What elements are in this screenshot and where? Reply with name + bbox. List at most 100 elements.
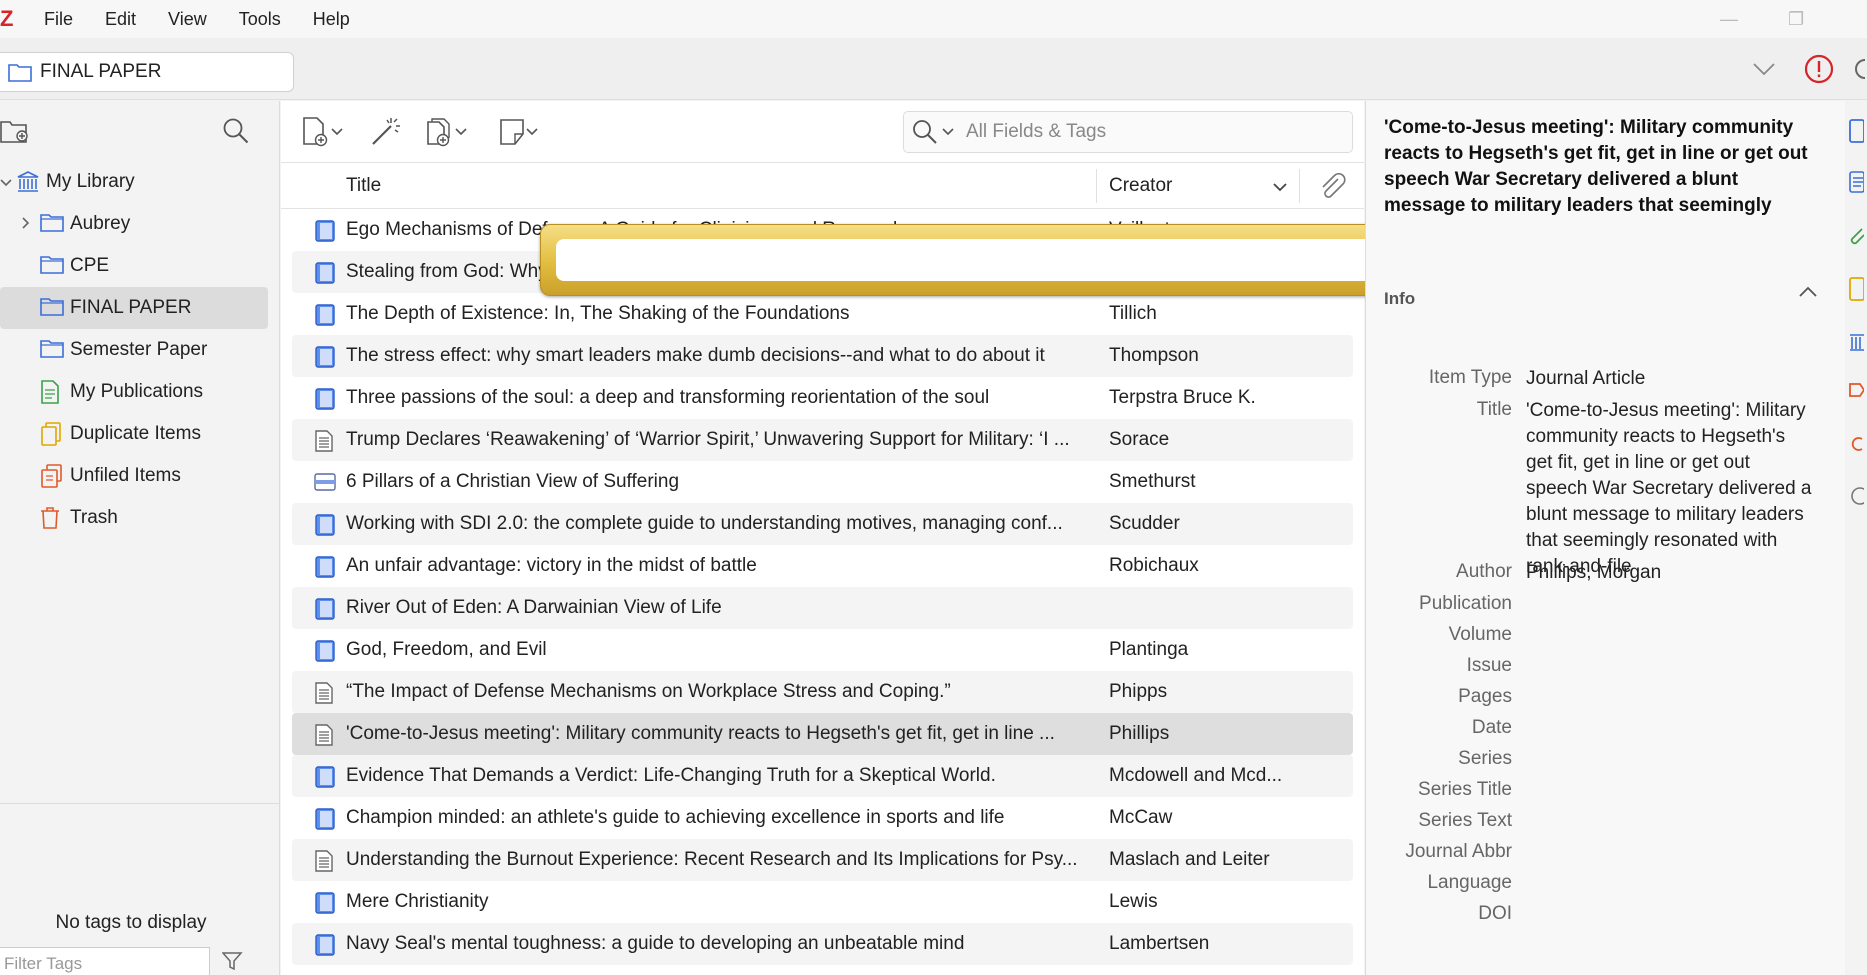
folder-icon — [40, 338, 64, 364]
sync-icon[interactable] — [1855, 38, 1867, 100]
new-item-button[interactable] — [301, 116, 343, 148]
item-row[interactable]: Evidence That Demands a Verdict: Life-Ch… — [292, 755, 1353, 797]
search-mode-chevron-icon[interactable] — [942, 128, 954, 136]
menu-help[interactable]: Help — [297, 9, 366, 30]
new-item-icon — [303, 117, 328, 147]
item-creator: McCaw — [1109, 807, 1173, 828]
sidenav-notes-icon[interactable] — [1848, 277, 1865, 306]
field-value[interactable]: Phillips, Morgan — [1526, 560, 1816, 586]
field-label: Date — [1471, 717, 1512, 738]
minimize-icon[interactable]: — — [1720, 0, 1738, 38]
collection-row[interactable]: Aubrey — [0, 203, 279, 245]
attachment-add-icon — [427, 118, 450, 147]
menu-edit[interactable]: Edit — [89, 9, 152, 30]
sidenav-info-icon[interactable] — [1848, 119, 1865, 148]
menu-view[interactable]: View — [152, 9, 223, 30]
item-row[interactable]: 6 Pillars of a Christian View of Sufferi… — [292, 461, 1353, 503]
item-row[interactable]: Trump Declares ‘Reawakening’ of ‘Warrior… — [292, 419, 1353, 461]
field-label: Issue — [1466, 655, 1512, 676]
collection-row[interactable]: Semester Paper — [0, 329, 279, 371]
item-creator: Maslach and Leiter — [1109, 849, 1270, 870]
item-title: The stress effect: why smart leaders mak… — [346, 345, 1045, 366]
restore-icon[interactable]: ❐ — [1788, 0, 1804, 38]
item-row[interactable]: Navy Seal's mental toughness: a guide to… — [292, 923, 1353, 965]
tab-final-paper[interactable]: FINAL PAPER — [0, 52, 294, 92]
add-by-identifier-button[interactable] — [369, 116, 401, 148]
filter-tags-input[interactable]: Filter Tags — [0, 947, 210, 975]
sidenav-libraries-icon[interactable] — [1848, 329, 1864, 358]
no-tags-message: No tags to display — [55, 912, 207, 933]
collection-row[interactable]: My Library — [0, 161, 279, 203]
collection-row[interactable]: My Publications — [0, 371, 279, 413]
field-value[interactable]: Journal Article — [1526, 366, 1816, 392]
field-label: Series — [1458, 748, 1512, 769]
collection-row[interactable]: CPE — [0, 245, 279, 287]
tab-label: FINAL PAPER — [40, 61, 162, 82]
item-row[interactable]: Champion minded: an athlete's guide to a… — [292, 797, 1353, 839]
item-row[interactable]: Working with SDI 2.0: the complete guide… — [292, 503, 1353, 545]
info-section-header[interactable]: Info — [1366, 277, 1846, 321]
chevron-down-icon — [526, 128, 538, 136]
twisty-collapsed-icon[interactable] — [22, 216, 30, 232]
sidenav-related-icon[interactable] — [1848, 433, 1864, 460]
twisty-expanded-icon[interactable] — [0, 174, 12, 190]
article-icon — [314, 850, 334, 878]
items-toolbar: All Fields & Tags — [281, 101, 1364, 163]
new-note-button[interactable] — [498, 116, 538, 148]
sidenav-tags-icon[interactable] — [1848, 381, 1866, 408]
collections-toolbar — [0, 101, 279, 161]
item-creator: Lewis — [1109, 891, 1158, 912]
item-creator: Plantinga — [1109, 639, 1189, 660]
collection-search-icon[interactable] — [222, 117, 250, 150]
item-row[interactable]: 'Come-to-Jesus meeting': Military commun… — [292, 713, 1353, 755]
collection-row[interactable]: Trash — [0, 497, 279, 539]
field-label: Volume — [1448, 624, 1512, 645]
item-row[interactable]: River Out of Eden: A Darwainian View of … — [292, 587, 1353, 629]
book-icon — [314, 262, 336, 290]
column-separator[interactable] — [1096, 169, 1097, 203]
tag-filter-icon[interactable] — [221, 952, 244, 975]
add-attachment-button[interactable] — [423, 116, 467, 148]
item-row[interactable]: An unfair advantage: victory in the mids… — [292, 545, 1353, 587]
items-column-header: Title Creator — [281, 163, 1364, 209]
column-creator[interactable]: Creator — [1109, 175, 1172, 197]
item-pane-sidenav — [1846, 101, 1867, 975]
item-row[interactable]: Three passions of the soul: a deep and t… — [292, 377, 1353, 419]
column-separator[interactable] — [1299, 169, 1300, 203]
collection-label: Semester Paper — [70, 339, 208, 360]
menu-tools[interactable]: Tools — [223, 9, 297, 30]
menu-file[interactable]: File — [28, 9, 89, 30]
collapse-chevron-icon[interactable] — [1798, 285, 1818, 303]
column-title[interactable]: Title — [346, 175, 381, 197]
new-collection-icon[interactable] — [0, 117, 30, 150]
sidenav-attachments-icon[interactable] — [1848, 225, 1865, 252]
field-value[interactable]: 'Come-to-Jesus meeting': Military commun… — [1526, 398, 1816, 580]
field-label: Author — [1456, 561, 1512, 582]
item-row[interactable]: God, Freedom, and Evil Plantinga — [292, 629, 1353, 671]
tabs-menu-chevron-icon[interactable] — [1752, 38, 1776, 100]
collection-row[interactable]: FINAL PAPER — [0, 287, 268, 329]
item-creator: Terpstra Bruce K. — [1109, 387, 1256, 408]
item-row[interactable]: Understanding the Burnout Experience: Re… — [292, 839, 1353, 881]
collection-label: My Library — [46, 171, 135, 192]
note-icon — [500, 119, 524, 145]
sort-chevron-icon[interactable] — [1273, 177, 1287, 199]
publications-icon — [40, 380, 60, 410]
item-row[interactable]: “The Impact of Defense Mechanisms on Wor… — [292, 671, 1353, 713]
item-header-title[interactable]: 'Come-to-Jesus meeting': Military commun… — [1384, 115, 1822, 221]
book-icon — [314, 640, 336, 668]
item-row[interactable]: The stress effect: why smart leaders mak… — [292, 335, 1353, 377]
items-search-input[interactable]: All Fields & Tags — [903, 111, 1353, 153]
item-title: Navy Seal's mental toughness: a guide to… — [346, 933, 965, 954]
sidenav-abstract-icon[interactable] — [1848, 171, 1865, 198]
attachment-column-icon[interactable] — [1318, 173, 1346, 205]
item-title: River Out of Eden: A Darwainian View of … — [346, 597, 722, 618]
item-row[interactable]: The Depth of Existence: In, The Shaking … — [292, 293, 1353, 335]
sidenav-locate-icon[interactable] — [1848, 485, 1867, 512]
collection-row[interactable]: Unfiled Items — [0, 455, 279, 497]
item-row[interactable]: Mere Christianity Lewis — [292, 881, 1353, 923]
alert-icon[interactable] — [1804, 38, 1834, 100]
item-pane: 'Come-to-Jesus meeting': Military commun… — [1365, 101, 1845, 975]
book-icon — [314, 598, 336, 626]
collection-row[interactable]: Duplicate Items — [0, 413, 279, 455]
